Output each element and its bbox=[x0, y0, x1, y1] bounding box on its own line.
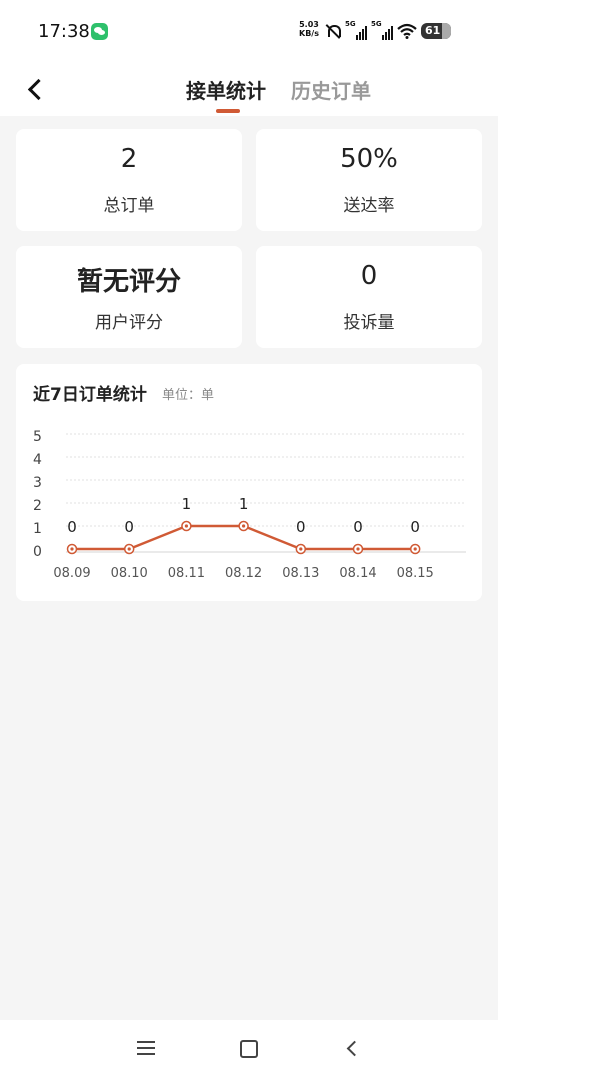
x-tick-label: 08.12 bbox=[225, 566, 262, 581]
network-speed-unit: KB/s bbox=[299, 29, 319, 38]
battery-level: 61 bbox=[425, 24, 441, 37]
signal-icon: 5G bbox=[345, 20, 367, 40]
y-tick-label: 1 bbox=[33, 521, 42, 537]
stat-value: 暂无评分 bbox=[76, 267, 181, 297]
back-icon[interactable] bbox=[26, 78, 42, 100]
x-tick-label: 08.09 bbox=[53, 566, 90, 581]
y-tick-label: 3 bbox=[33, 475, 42, 491]
x-tick-label: 08.13 bbox=[282, 566, 319, 581]
order-chart-card: 近7日订单统计 单位：单 0 1 2 3 4 5 08.09 08.10 08.11 08.12 0… bbox=[16, 364, 482, 601]
menu-icon[interactable] bbox=[137, 1040, 155, 1056]
x-tick-label: 08.15 bbox=[397, 566, 434, 581]
stat-label: 投诉量 bbox=[343, 313, 395, 333]
stat-value: 2 bbox=[120, 144, 138, 174]
data-point-center bbox=[299, 547, 303, 551]
stat-card-total-orders: 2 总订单 bbox=[16, 129, 242, 231]
stat-label: 送达率 bbox=[343, 196, 395, 216]
data-label: 0 bbox=[410, 518, 420, 536]
signal-label: 5G bbox=[345, 20, 356, 28]
data-point-center bbox=[242, 524, 246, 528]
y-tick-label: 5 bbox=[33, 429, 42, 445]
status-time: 17:38 bbox=[38, 21, 90, 42]
tab-order-history[interactable]: 历史订单 bbox=[291, 75, 371, 104]
data-point-center bbox=[184, 524, 188, 528]
data-label: 0 bbox=[124, 518, 134, 536]
system-back-icon[interactable] bbox=[345, 1040, 359, 1056]
stat-label: 总订单 bbox=[103, 196, 155, 216]
stat-value: 50% bbox=[340, 144, 398, 174]
status-icons: 5G 5G 61 bbox=[325, 20, 451, 42]
stat-label: 用户评分 bbox=[95, 313, 163, 333]
status-bar: 17:38 5.03 KB/s 5G 5G 61 bbox=[0, 0, 498, 62]
data-label: 0 bbox=[67, 518, 77, 536]
home-icon[interactable] bbox=[240, 1040, 258, 1058]
stat-value: 0 bbox=[360, 261, 378, 291]
network-speed: 5.03 KB/s bbox=[299, 20, 319, 38]
data-point-center bbox=[70, 547, 74, 551]
order-line-chart: 0 1 2 3 4 5 08.09 08.10 08.11 08.12 08.13 08.14 08.1… bbox=[33, 429, 466, 581]
data-label: 0 bbox=[296, 518, 306, 536]
mute-icon bbox=[325, 23, 341, 39]
y-tick-label: 0 bbox=[33, 544, 42, 560]
wifi-icon bbox=[397, 23, 417, 39]
stat-card-complaints: 0 投诉量 bbox=[256, 246, 482, 348]
x-tick-label: 08.14 bbox=[339, 566, 376, 581]
x-tick-label: 08.11 bbox=[168, 566, 205, 581]
y-tick-label: 4 bbox=[33, 452, 42, 468]
active-tab-indicator bbox=[216, 109, 240, 113]
data-label: 1 bbox=[182, 495, 192, 513]
nav-bar: 接单统计 历史订单 bbox=[0, 62, 498, 116]
battery-icon: 61 bbox=[421, 23, 451, 39]
stat-card-user-rating: 暂无评分 用户评分 bbox=[16, 246, 242, 348]
x-tick-label: 08.10 bbox=[111, 566, 148, 581]
signal-icon: 5G bbox=[371, 20, 393, 40]
wechat-icon bbox=[91, 23, 108, 40]
stat-card-delivery-rate: 50% 送达率 bbox=[256, 129, 482, 231]
data-point-center bbox=[127, 547, 131, 551]
data-point-center bbox=[356, 547, 360, 551]
data-label: 1 bbox=[239, 495, 249, 513]
data-label: 0 bbox=[353, 518, 363, 536]
app-screen: 17:38 5.03 KB/s 5G 5G 61 接单统计 历史订单 2 总订单… bbox=[0, 0, 498, 1080]
network-speed-value: 5.03 bbox=[299, 20, 319, 29]
y-tick-label: 2 bbox=[33, 498, 42, 514]
signal-label: 5G bbox=[371, 20, 382, 28]
tab-order-stats[interactable]: 接单统计 bbox=[186, 75, 266, 104]
data-point-center bbox=[413, 547, 417, 551]
